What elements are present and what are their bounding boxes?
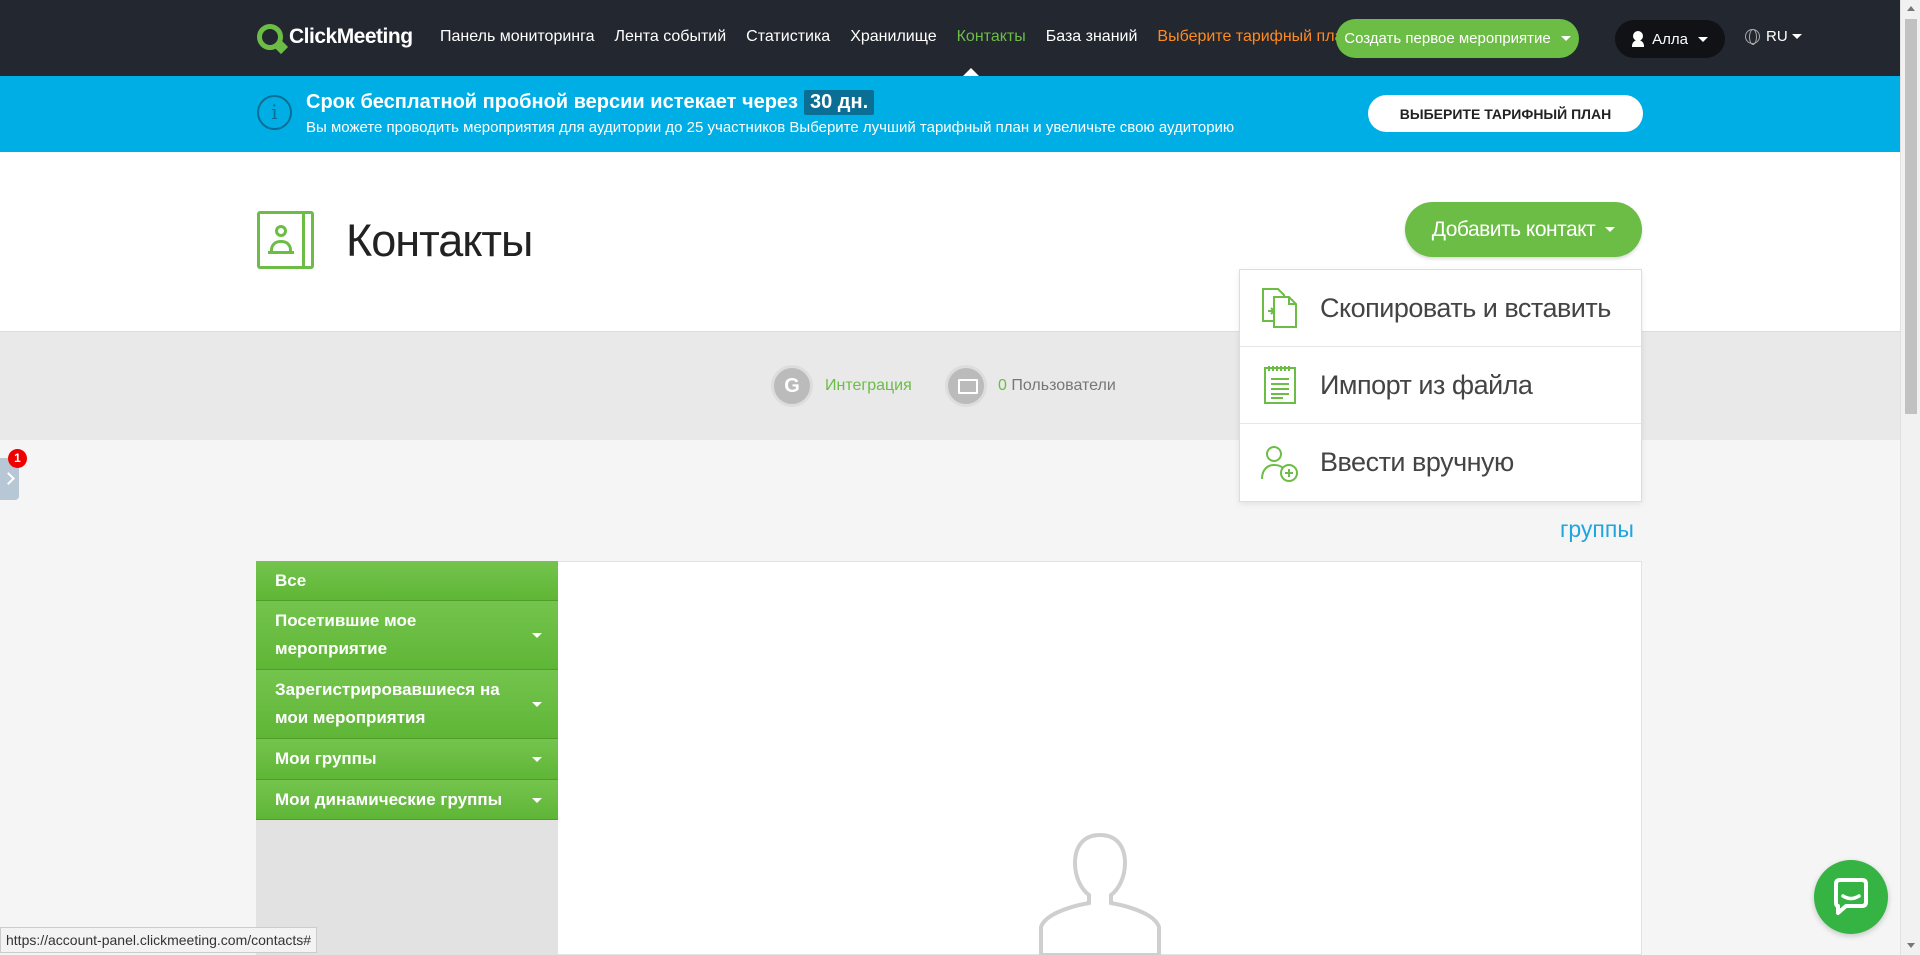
google-integration-icon[interactable] bbox=[771, 365, 813, 407]
dropdown-item-copy-paste[interactable]: Скопировать и вставить bbox=[1240, 270, 1641, 347]
trial-banner-subtitle: Вы можете проводить мероприятия для ауди… bbox=[306, 119, 1235, 136]
nav-item-events-feed[interactable]: Лента событий bbox=[615, 28, 727, 46]
create-event-button[interactable]: Создать первое мероприятие bbox=[1336, 19, 1579, 58]
users-label: Пользователи bbox=[1011, 377, 1116, 394]
add-contact-label: Добавить контакт bbox=[1431, 217, 1596, 241]
scroll-down-icon[interactable] bbox=[1907, 943, 1915, 948]
chevron-down-icon bbox=[1605, 227, 1616, 232]
vertical-scrollbar[interactable] bbox=[1900, 0, 1920, 955]
live-chat-button[interactable] bbox=[1814, 860, 1888, 934]
dropdown-item-label: Импорт из файла bbox=[1320, 369, 1533, 400]
file-import-icon bbox=[1258, 365, 1302, 405]
create-event-label: Создать первое мероприятие bbox=[1344, 30, 1551, 47]
group-item-attended[interactable]: Посетившие мое мероприятие bbox=[256, 601, 558, 670]
chevron-down-icon bbox=[532, 702, 542, 707]
add-user-icon bbox=[1258, 443, 1302, 483]
chat-bubble-icon bbox=[1834, 878, 1868, 915]
nav-item-statistics[interactable]: Статистика bbox=[746, 28, 830, 46]
group-label: Зарегистрировавшиеся на мои мероприятия bbox=[275, 680, 500, 727]
dropdown-item-import-file[interactable]: Импорт из файла bbox=[1240, 347, 1641, 424]
trial-banner-title: Срок бесплатной пробной версии истекает … bbox=[306, 90, 875, 115]
user-name: Алла bbox=[1652, 30, 1688, 48]
nav-item-contacts[interactable]: Контакты bbox=[957, 28, 1026, 46]
logo-text: ClickMeeting bbox=[289, 25, 413, 48]
chevron-down-icon bbox=[532, 633, 542, 638]
choose-plan-button[interactable]: ВЫБЕРИТЕ ТАРИФНЫЙ ПЛАН bbox=[1368, 95, 1643, 132]
group-label: Посетившие мое мероприятие bbox=[275, 611, 417, 658]
dropdown-item-label: Скопировать и вставить bbox=[1320, 292, 1611, 323]
chevron-down-icon bbox=[1560, 36, 1571, 41]
nav-item-knowledge-base[interactable]: База знаний bbox=[1046, 28, 1138, 46]
group-label: Все bbox=[275, 570, 307, 590]
integration-link[interactable]: Интеграция bbox=[825, 377, 912, 395]
contacts-book-icon bbox=[257, 211, 314, 269]
group-item-dynamic-groups[interactable]: Мои динамические группы bbox=[256, 780, 558, 820]
chevron-down-icon bbox=[1697, 36, 1708, 42]
trial-days-badge: 30 дн. bbox=[803, 90, 875, 115]
logo-icon bbox=[257, 24, 283, 50]
chevron-down-icon bbox=[1791, 34, 1802, 39]
groups-link[interactable]: группы bbox=[1560, 516, 1634, 543]
language-code: RU bbox=[1766, 28, 1788, 45]
nav-item-storage[interactable]: Хранилище bbox=[850, 28, 936, 46]
notification-badge: 1 bbox=[8, 449, 27, 468]
clickmeeting-logo[interactable]: ClickMeeting bbox=[257, 24, 413, 50]
users-filter[interactable]: 0 Пользователи bbox=[998, 377, 1116, 395]
info-icon: i bbox=[257, 95, 292, 130]
copy-paste-icon bbox=[1258, 287, 1302, 329]
scroll-up-icon[interactable] bbox=[1907, 6, 1915, 11]
dropdown-item-enter-manually[interactable]: Ввести вручную bbox=[1240, 424, 1641, 501]
user-icon bbox=[1632, 31, 1645, 47]
group-item-registered[interactable]: Зарегистрировавшиеся на мои мероприятия bbox=[256, 670, 558, 739]
user-menu-button[interactable]: Алла bbox=[1615, 20, 1725, 58]
monitor-icon[interactable] bbox=[945, 365, 987, 407]
scrollbar-thumb[interactable] bbox=[1905, 19, 1917, 414]
chevron-down-icon bbox=[532, 757, 542, 762]
add-contact-dropdown: Скопировать и вставить Импорт из файла В… bbox=[1239, 269, 1642, 502]
nav-item-dashboard[interactable]: Панель мониторинга bbox=[440, 28, 595, 46]
group-item-my-groups[interactable]: Мои группы bbox=[256, 739, 558, 780]
add-contact-button[interactable]: Добавить контакт bbox=[1405, 202, 1642, 257]
trial-message: Срок бесплатной пробной версии истекает … bbox=[306, 91, 798, 113]
status-bar-url: https://account-panel.clickmeeting.com/c… bbox=[0, 927, 318, 953]
chevron-down-icon bbox=[532, 797, 542, 803]
language-selector[interactable]: RU bbox=[1745, 28, 1802, 45]
dropdown-item-label: Ввести вручную bbox=[1320, 447, 1514, 477]
empty-contacts-avatar-icon bbox=[1039, 833, 1161, 955]
groups-sidebar: Все Посетившие мое мероприятие Зарегистр… bbox=[256, 561, 558, 955]
group-item-all[interactable]: Все bbox=[256, 561, 558, 601]
nav-item-choose-plan[interactable]: Выберите тарифный план bbox=[1157, 28, 1352, 46]
users-count: 0 bbox=[998, 377, 1007, 394]
main-nav: Панель мониторинга Лента событий Статист… bbox=[440, 28, 1372, 46]
page-title: Контакты bbox=[346, 215, 533, 266]
globe-icon bbox=[1745, 29, 1760, 45]
group-label: Мои динамические группы bbox=[275, 789, 503, 809]
active-nav-indicator bbox=[963, 68, 979, 76]
group-label: Мои группы bbox=[275, 749, 377, 768]
